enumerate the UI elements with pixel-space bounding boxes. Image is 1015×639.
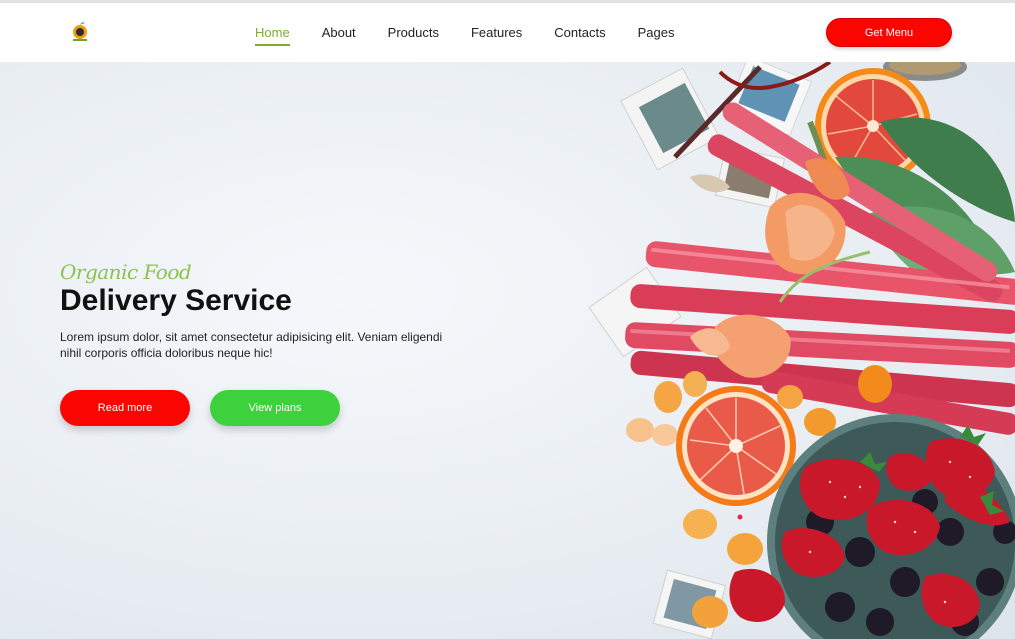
site-header: Home About Products Features Contacts Pa… bbox=[0, 3, 1015, 62]
nav-about[interactable]: About bbox=[322, 25, 356, 40]
main-nav: Home About Products Features Contacts Pa… bbox=[255, 25, 706, 46]
hero-section: Organic Food Delivery Service Lorem ipsu… bbox=[0, 62, 1015, 639]
hero-headline: Delivery Service bbox=[60, 284, 292, 317]
hero-description: Lorem ipsum dolor, sit amet consectetur … bbox=[60, 330, 443, 360]
blood-orange-middle bbox=[676, 386, 796, 506]
hero-eyebrow: Organic Food bbox=[60, 260, 192, 284]
read-more-button[interactable]: Read more bbox=[60, 390, 190, 426]
view-plans-button[interactable]: View plans bbox=[210, 390, 340, 426]
get-menu-button[interactable]: Get Menu bbox=[826, 18, 952, 47]
nav-features[interactable]: Features bbox=[471, 25, 522, 40]
nav-products[interactable]: Products bbox=[388, 25, 439, 40]
orange-fruit-logo-icon[interactable] bbox=[68, 20, 92, 44]
nav-home[interactable]: Home bbox=[255, 25, 290, 46]
nav-contacts[interactable]: Contacts bbox=[554, 25, 605, 40]
nav-pages[interactable]: Pages bbox=[638, 25, 675, 40]
